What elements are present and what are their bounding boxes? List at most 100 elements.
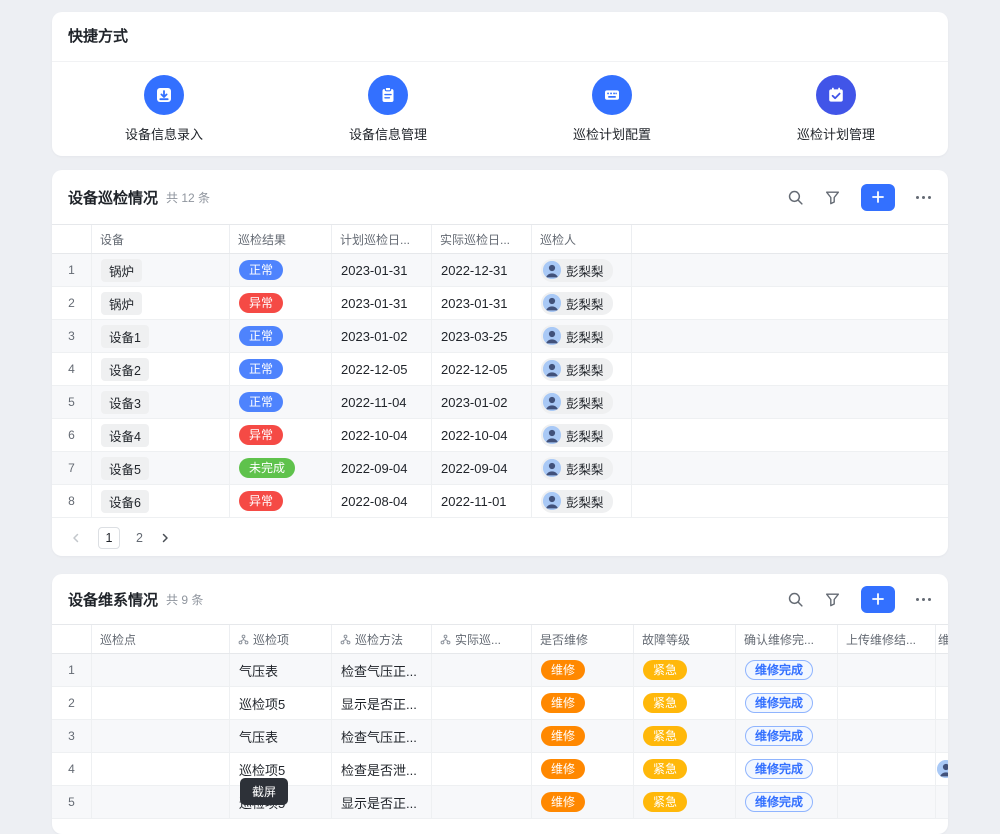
column-header-actual[interactable]: 实际巡... bbox=[432, 625, 532, 653]
filter-icon[interactable] bbox=[824, 591, 841, 608]
person-cell[interactable]: 彭梨梨 bbox=[532, 287, 632, 319]
device-cell[interactable]: 设备6 bbox=[92, 485, 230, 517]
table-row[interactable]: 8 设备6 异常 2022-08-04 2022-11-01 彭梨梨 bbox=[52, 485, 948, 518]
column-header-upload[interactable]: 上传维修结... bbox=[838, 625, 936, 653]
column-header-item[interactable]: 巡检项 bbox=[230, 625, 332, 653]
person-cell[interactable]: 彭梨梨 bbox=[532, 485, 632, 517]
plan-date-cell[interactable]: 2023-01-31 bbox=[332, 287, 432, 319]
result-cell[interactable]: 正常 bbox=[230, 386, 332, 418]
person-cell[interactable]: 彭梨梨 bbox=[532, 353, 632, 385]
upload-cell[interactable] bbox=[838, 753, 936, 785]
table-row[interactable]: 5 设备3 正常 2022-11-04 2023-01-02 彭梨梨 bbox=[52, 386, 948, 419]
shortcut-device-entry[interactable]: 设备信息录入 bbox=[52, 75, 276, 143]
upload-cell[interactable] bbox=[838, 786, 936, 818]
add-record-button[interactable] bbox=[861, 184, 895, 211]
level-cell[interactable]: 紧急 bbox=[634, 654, 736, 686]
actual-date-cell[interactable]: 2022-09-04 bbox=[432, 452, 532, 484]
more-button[interactable] bbox=[915, 597, 932, 602]
method-cell[interactable]: 显示是否正... bbox=[332, 687, 432, 719]
method-cell[interactable]: 检查气压正... bbox=[332, 654, 432, 686]
level-cell[interactable]: 紧急 bbox=[634, 753, 736, 785]
result-cell[interactable]: 正常 bbox=[230, 353, 332, 385]
page-button-2[interactable]: 2 bbox=[136, 531, 143, 545]
table-row[interactable]: 2 巡检项5 显示是否正... 维修 紧急 维修完成 bbox=[52, 687, 948, 720]
level-cell[interactable]: 紧急 bbox=[634, 687, 736, 719]
prev-page-icon[interactable] bbox=[70, 532, 82, 544]
page-button-1[interactable]: 1 bbox=[98, 527, 120, 549]
plan-date-cell[interactable]: 2022-09-04 bbox=[332, 452, 432, 484]
result-cell[interactable]: 正常 bbox=[230, 320, 332, 352]
next-page-icon[interactable] bbox=[159, 532, 171, 544]
point-cell[interactable] bbox=[92, 786, 230, 818]
item-cell[interactable]: 巡检项5 bbox=[230, 687, 332, 719]
device-cell[interactable]: 锅炉 bbox=[92, 254, 230, 286]
actual-date-cell[interactable]: 2023-01-31 bbox=[432, 287, 532, 319]
result-cell[interactable]: 异常 bbox=[230, 485, 332, 517]
repair-cell[interactable]: 维修 bbox=[532, 720, 634, 752]
upload-cell[interactable] bbox=[838, 687, 936, 719]
person-cell[interactable]: 彭梨梨 bbox=[532, 386, 632, 418]
shortcut-device-manage[interactable]: 设备信息管理 bbox=[276, 75, 500, 143]
person-cell[interactable]: 彭梨梨 bbox=[532, 419, 632, 451]
table-row[interactable]: 7 设备5 未完成 2022-09-04 2022-09-04 彭梨梨 bbox=[52, 452, 948, 485]
repair-cell[interactable]: 维修 bbox=[532, 786, 634, 818]
result-cell[interactable]: 未完成 bbox=[230, 452, 332, 484]
column-header-person[interactable]: 巡检人 bbox=[532, 225, 632, 253]
column-header-repair[interactable]: 是否维修 bbox=[532, 625, 634, 653]
actual-cell[interactable] bbox=[432, 753, 532, 785]
table-row[interactable]: 4 设备2 正常 2022-12-05 2022-12-05 彭梨梨 bbox=[52, 353, 948, 386]
device-cell[interactable]: 设备2 bbox=[92, 353, 230, 385]
device-cell[interactable]: 设备1 bbox=[92, 320, 230, 352]
plan-date-cell[interactable]: 2022-08-04 bbox=[332, 485, 432, 517]
table-row[interactable]: 1 锅炉 正常 2023-01-31 2022-12-31 彭梨梨 bbox=[52, 254, 948, 287]
result-cell[interactable]: 异常 bbox=[230, 287, 332, 319]
plan-date-cell[interactable]: 2022-11-04 bbox=[332, 386, 432, 418]
column-header-method[interactable]: 巡检方法 bbox=[332, 625, 432, 653]
table-row[interactable]: 5 巡检项5 显示是否正... 维修 紧急 维修完成 bbox=[52, 786, 948, 819]
device-cell[interactable]: 锅炉 bbox=[92, 287, 230, 319]
plan-date-cell[interactable]: 2022-10-04 bbox=[332, 419, 432, 451]
actual-cell[interactable] bbox=[432, 720, 532, 752]
table-row[interactable]: 3 气压表 检查气压正... 维修 紧急 维修完成 bbox=[52, 720, 948, 753]
actual-date-cell[interactable]: 2022-10-04 bbox=[432, 419, 532, 451]
confirm-button[interactable]: 维修完成 bbox=[745, 660, 813, 680]
confirm-cell[interactable]: 维修完成 bbox=[736, 654, 838, 686]
plan-date-cell[interactable]: 2023-01-31 bbox=[332, 254, 432, 286]
actual-date-cell[interactable]: 2023-01-02 bbox=[432, 386, 532, 418]
more-button[interactable] bbox=[915, 195, 932, 200]
method-cell[interactable]: 检查气压正... bbox=[332, 720, 432, 752]
actual-date-cell[interactable]: 2023-03-25 bbox=[432, 320, 532, 352]
actual-cell[interactable] bbox=[432, 687, 532, 719]
add-record-button[interactable] bbox=[861, 586, 895, 613]
method-cell[interactable]: 检查是否泄... bbox=[332, 753, 432, 785]
confirm-cell[interactable]: 维修完成 bbox=[736, 720, 838, 752]
point-cell[interactable] bbox=[92, 687, 230, 719]
table-row[interactable]: 2 锅炉 异常 2023-01-31 2023-01-31 彭梨梨 bbox=[52, 287, 948, 320]
column-header-confirm[interactable]: 确认维修完... bbox=[736, 625, 838, 653]
column-header-result[interactable]: 巡检结果 bbox=[230, 225, 332, 253]
actual-date-cell[interactable]: 2022-12-31 bbox=[432, 254, 532, 286]
result-cell[interactable]: 异常 bbox=[230, 419, 332, 451]
point-cell[interactable] bbox=[92, 720, 230, 752]
method-cell[interactable]: 显示是否正... bbox=[332, 786, 432, 818]
person-cell[interactable]: 彭梨梨 bbox=[532, 452, 632, 484]
actual-cell[interactable] bbox=[432, 786, 532, 818]
repair-cell[interactable]: 维修 bbox=[532, 687, 634, 719]
column-header-actual-date[interactable]: 实际巡检日... bbox=[432, 225, 532, 253]
confirm-button[interactable]: 维修完成 bbox=[745, 759, 813, 779]
column-header-index[interactable] bbox=[52, 225, 92, 253]
table-row[interactable]: 4 巡检项5 检查是否泄... 维修 紧急 维修完成 bbox=[52, 753, 948, 786]
column-header-level[interactable]: 故障等级 bbox=[634, 625, 736, 653]
person-cell[interactable]: 彭梨梨 bbox=[532, 320, 632, 352]
actual-date-cell[interactable]: 2022-12-05 bbox=[432, 353, 532, 385]
point-cell[interactable] bbox=[92, 753, 230, 785]
shortcut-plan-config[interactable]: 巡检计划配置 bbox=[500, 75, 724, 143]
item-cell[interactable]: 气压表 bbox=[230, 654, 332, 686]
shortcut-plan-manage[interactable]: 巡检计划管理 bbox=[724, 75, 948, 143]
plan-date-cell[interactable]: 2022-12-05 bbox=[332, 353, 432, 385]
upload-cell[interactable] bbox=[838, 720, 936, 752]
actual-date-cell[interactable]: 2022-11-01 bbox=[432, 485, 532, 517]
search-icon[interactable] bbox=[787, 591, 804, 608]
actual-cell[interactable] bbox=[432, 654, 532, 686]
column-header-plan-date[interactable]: 计划巡检日... bbox=[332, 225, 432, 253]
